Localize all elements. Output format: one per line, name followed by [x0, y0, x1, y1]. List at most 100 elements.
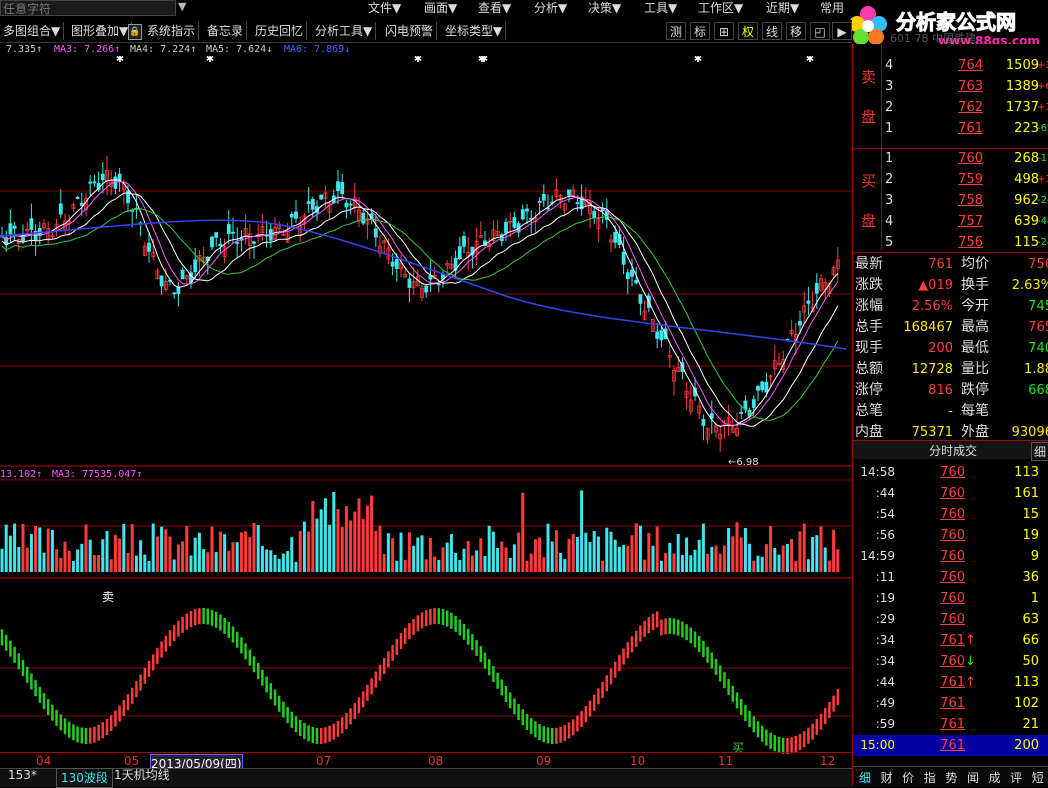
tick-row[interactable]: :56 760 19	[853, 525, 1048, 546]
volume-bar	[101, 539, 105, 572]
menu-view[interactable]: 查看▼	[478, 0, 511, 16]
candle-body	[407, 278, 412, 288]
tick-row[interactable]: :59 761 21	[853, 714, 1048, 735]
orderbook-buy-row[interactable]: 4 757 639-486	[853, 211, 1048, 232]
window-tool-button[interactable]: ◰	[810, 22, 830, 40]
volume-bar	[395, 560, 399, 572]
candle-body	[630, 269, 634, 277]
orderbook-sell-row[interactable]: 4 764 1509+334	[853, 55, 1048, 76]
tick-row[interactable]: :11 760 36	[853, 567, 1048, 588]
menu-view-screen[interactable]: 画面▼	[424, 0, 457, 16]
volume-bar	[445, 542, 449, 572]
ma-value-5: MA6: 7.869↓	[284, 44, 351, 55]
volume-bar	[378, 525, 382, 572]
orderbook-sell-row[interactable]: 3 763 1389+680	[853, 76, 1048, 97]
side-tab[interactable]: 成	[985, 769, 1005, 786]
tick-row[interactable]: :29 760 63	[853, 609, 1048, 630]
play-tool-button[interactable]: ▶	[832, 22, 852, 40]
analysis-tools-button[interactable]: 分析工具▼	[312, 22, 377, 40]
side-tab[interactable]: 细	[855, 769, 875, 786]
volume-bar	[164, 529, 168, 572]
side-tab[interactable]: 价	[898, 769, 918, 786]
system-indicator-button[interactable]: 系统指示	[144, 22, 200, 40]
volume-bar	[97, 555, 101, 572]
tick-volume: 36	[1022, 570, 1039, 585]
mark-tool-button[interactable]: 标	[690, 22, 710, 40]
menu-file[interactable]: 文件▼	[368, 0, 401, 16]
lock-icon[interactable]: 🔒	[128, 24, 142, 40]
candle-body	[159, 275, 164, 287]
move-tool-button[interactable]: 移	[786, 22, 806, 40]
volume-bar	[823, 547, 827, 572]
menu-workspace[interactable]: 工作区▼	[698, 0, 743, 16]
flash-alert-button[interactable]: 闪电预警	[382, 22, 438, 40]
tick-row[interactable]: :34 761 ↑ 66	[853, 630, 1048, 651]
tab-wave[interactable]: 130波段	[56, 768, 113, 788]
volume-bar	[286, 551, 290, 572]
candle-body	[231, 231, 235, 234]
candle-body	[634, 279, 639, 284]
volume-bar	[172, 559, 176, 572]
chart-overlay-button[interactable]: 图形叠加▼	[68, 22, 133, 40]
menu-recent[interactable]: 近期▼	[766, 0, 799, 16]
volume-bar	[617, 546, 621, 572]
tick-row[interactable]: :44 760 161	[853, 483, 1048, 504]
search-input[interactable]: 任意字符	[0, 0, 176, 16]
line-tool-button[interactable]: 线	[762, 22, 782, 40]
tick-row[interactable]: :54 760 15	[853, 504, 1048, 525]
x-axis-label: 12	[820, 754, 836, 768]
tick-row[interactable]: 14:59 760 9	[853, 546, 1048, 567]
orderbook-sell-row[interactable]: 1 761 223-621	[853, 118, 1048, 139]
menu-analysis[interactable]: 分析▼	[534, 0, 567, 16]
menu-tools[interactable]: 工具▼	[644, 0, 677, 16]
side-tab[interactable]: 短	[1028, 769, 1048, 786]
volume-bar	[248, 537, 252, 572]
orderbook-buy-row[interactable]: 3 758 962-248	[853, 190, 1048, 211]
tick-row[interactable]: :44 761 ↑ 113	[853, 672, 1048, 693]
side-tab[interactable]: 闻	[963, 769, 983, 786]
history-recall-button[interactable]: 历史回忆	[252, 22, 308, 40]
candle-body	[361, 212, 366, 224]
side-tab[interactable]: 财	[877, 769, 897, 786]
volume-bar	[651, 545, 655, 572]
menu-common[interactable]: 常用	[820, 0, 844, 16]
candle-body	[462, 236, 466, 247]
candle-body	[520, 209, 525, 220]
tick-row[interactable]: :49 761 102	[853, 693, 1048, 714]
orderbook-buy-row[interactable]: 2 759 498+158	[853, 169, 1048, 190]
candle-body	[525, 208, 529, 212]
tick-row[interactable]: 14:58 760 113	[853, 462, 1048, 483]
tab-153[interactable]: 153*	[8, 766, 37, 784]
side-tab[interactable]: 势	[941, 769, 961, 786]
volume-bar	[806, 559, 810, 572]
tick-row[interactable]: :34 760 ↓ 50	[853, 651, 1048, 672]
search-dropdown-icon[interactable]: ▼	[178, 0, 186, 13]
grid-tool-button[interactable]: ⊞	[714, 22, 734, 40]
axis-type-button[interactable]: 坐标类型▼	[442, 22, 507, 40]
volume-bar	[349, 520, 353, 572]
tab-ma-line[interactable]: 1天机均线	[114, 766, 170, 784]
quote-value: 12728	[911, 362, 953, 377]
orderbook-sell-row[interactable]: 2 762 1737+139	[853, 97, 1048, 118]
memo-button[interactable]: 备忘录	[204, 22, 248, 40]
orderbook-buy-row[interactable]: 1 760 268-12	[853, 148, 1048, 169]
measure-tool-button[interactable]: 测	[666, 22, 686, 40]
orderbook-buy-row[interactable]: 5 756 115-242	[853, 232, 1048, 253]
multi-chart-combo-button[interactable]: 多图组合▼	[0, 22, 65, 40]
side-tab[interactable]: 评	[1006, 769, 1026, 786]
order-level: 3	[885, 193, 894, 208]
quote-value: 168467	[903, 320, 953, 335]
tick-row[interactable]: :19 760 1	[853, 588, 1048, 609]
orderbook-sell-row[interactable]	[853, 34, 1048, 55]
rights-tool-button[interactable]: 权	[738, 22, 758, 40]
order-level: 1	[885, 121, 894, 136]
volume-bar	[571, 533, 575, 572]
ticks-detail-button[interactable]: 细	[1031, 442, 1048, 461]
volume-bar	[722, 545, 726, 572]
candle-body	[88, 181, 93, 184]
side-tab[interactable]: 指	[920, 769, 940, 786]
menu-decision[interactable]: 决策▼	[588, 0, 621, 16]
chart-area[interactable]: ✱ ✱ ✱ ✱✱ ✱ ✱	[0, 56, 852, 766]
tick-direction-icon: ↑	[965, 675, 976, 690]
tick-row[interactable]: 15:00 761 200	[853, 735, 1048, 756]
